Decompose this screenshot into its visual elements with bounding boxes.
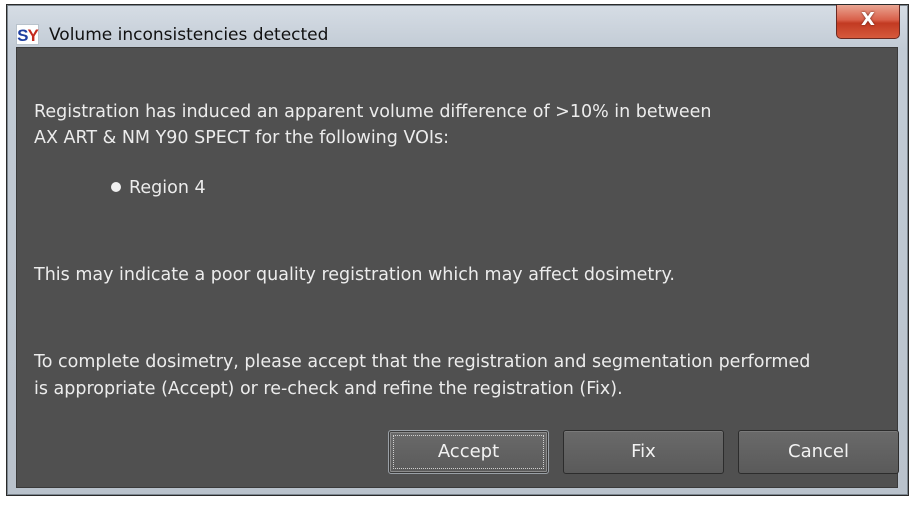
- focus-ring: [393, 435, 544, 469]
- voi-name: Region 4: [129, 178, 206, 198]
- warning-text: This may indicate a poor quality registr…: [34, 265, 675, 285]
- instruction-line-1: To complete dosimetry, please accept tha…: [34, 352, 811, 372]
- cancel-button[interactable]: Cancel: [738, 430, 899, 474]
- voi-list-item: Region 4: [111, 175, 206, 201]
- message-line-1: Registration has induced an apparent vol…: [34, 102, 712, 122]
- dialog-title: Volume inconsistencies detected: [49, 25, 329, 45]
- dialog-body: Registration has induced an apparent vol…: [16, 47, 899, 488]
- title-bar[interactable]: SY Volume inconsistencies detected X: [7, 5, 908, 47]
- bullet-icon: [111, 182, 121, 192]
- accept-button[interactable]: Accept: [388, 430, 549, 474]
- app-logo-icon: SY: [16, 24, 39, 45]
- instruction-line-2: is appropriate (Accept) or re-check and …: [34, 379, 623, 399]
- close-button[interactable]: X: [836, 5, 900, 39]
- dialog-window: SY Volume inconsistencies detected X Reg…: [6, 4, 909, 496]
- message-line-2: AX ART & NM Y90 SPECT for the following …: [34, 128, 450, 148]
- fix-button[interactable]: Fix: [563, 430, 724, 474]
